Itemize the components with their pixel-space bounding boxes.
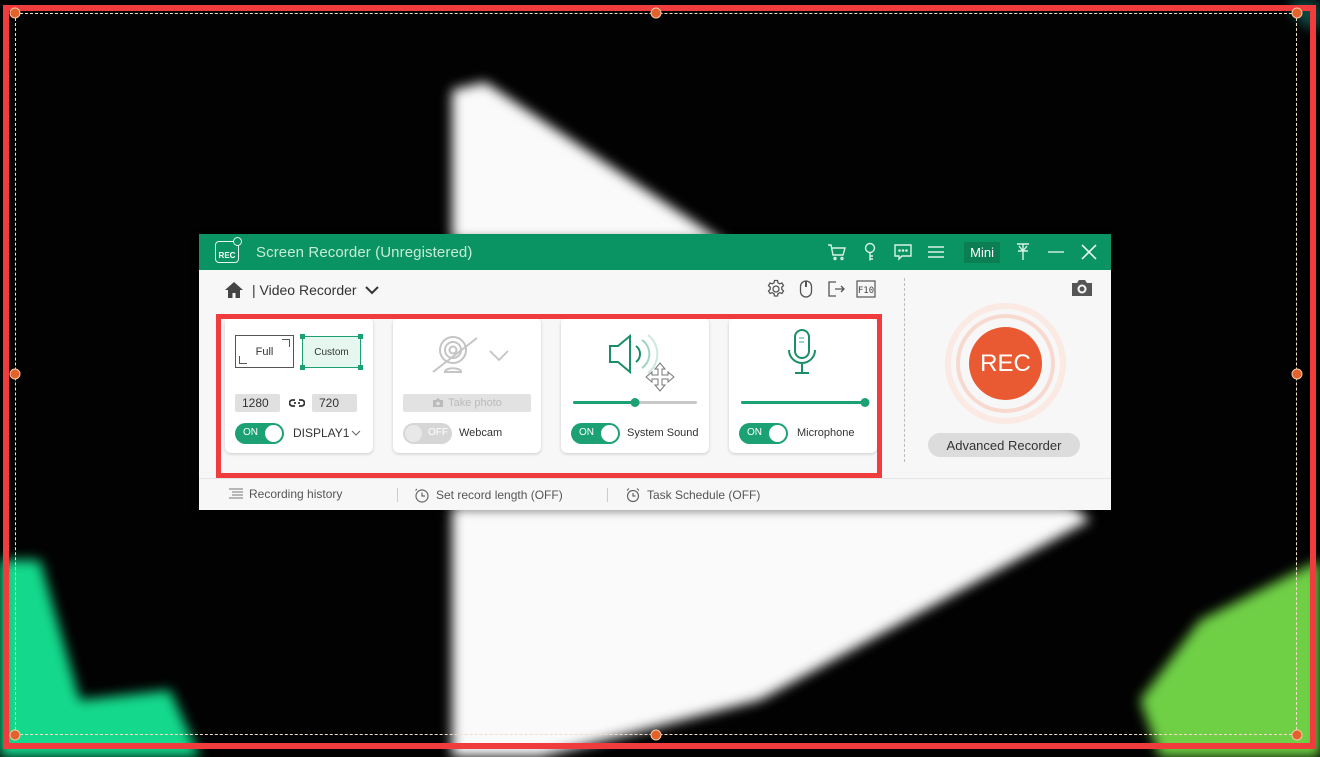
logo-text: REC [218,251,236,260]
resize-handle-bottom-left[interactable] [9,729,21,741]
rec-button[interactable]: REC [969,327,1042,400]
f10-hotkey-icon[interactable]: F10 [855,278,877,300]
export-icon[interactable] [825,278,847,300]
task-schedule-link[interactable]: Task Schedule (OFF) [625,487,760,503]
title-bar[interactable]: REC Screen Recorder (Unregistered) Mini [199,234,1111,270]
close-icon[interactable] [1072,234,1105,270]
resize-handle-top-right[interactable] [1291,7,1303,19]
clock-icon [415,488,429,503]
alarm-clock-icon [626,488,640,503]
footer-separator [397,488,398,502]
settings-icon[interactable] [765,278,787,300]
app-logo-icon: REC [215,237,242,263]
vertical-divider [904,278,905,462]
key-icon[interactable] [853,234,886,270]
pin-icon[interactable] [1006,234,1039,270]
footer-separator [607,488,608,502]
resize-handle-bottom[interactable] [650,729,662,741]
mode-label[interactable]: | Video Recorder [252,282,357,298]
record-length-link[interactable]: Set record length (OFF) [414,487,563,503]
window-title: Screen Recorder (Unregistered) [256,243,473,261]
footer-bar: Recording history Set record length (OFF… [199,478,1111,510]
chevron-down-icon[interactable] [364,285,379,295]
task-schedule-label: Task Schedule (OFF) [647,488,761,502]
menu-icon[interactable] [919,234,952,270]
cart-icon[interactable] [820,234,853,270]
screen-recorder-window: REC Screen Recorder (Unregistered) Mini [199,234,1111,510]
resize-handle-right[interactable] [1291,368,1303,380]
recording-history-label: Recording history [249,487,343,501]
f10-text: F10 [858,286,874,296]
tool-icons: F10 [765,278,877,300]
list-icon [229,488,243,499]
mini-mode-button[interactable]: Mini [964,241,1000,263]
resize-handle-bottom-right[interactable] [1291,729,1303,741]
minimize-icon[interactable] [1039,234,1072,270]
advanced-recorder-button[interactable]: Advanced Recorder [928,433,1080,457]
rec-button-area: REC [940,301,1068,429]
resize-handle-top[interactable] [650,7,662,19]
record-length-label: Set record length (OFF) [436,488,563,502]
resize-handle-top-left[interactable] [9,7,21,19]
resize-handle-left[interactable] [9,368,21,380]
recording-history-link[interactable]: Recording history [229,487,342,501]
chat-icon[interactable] [886,234,919,270]
highlight-annotation-frame [216,314,882,478]
mouse-icon[interactable] [795,278,817,300]
home-icon[interactable] [224,281,244,299]
screenshot-camera-icon[interactable] [1070,278,1094,303]
